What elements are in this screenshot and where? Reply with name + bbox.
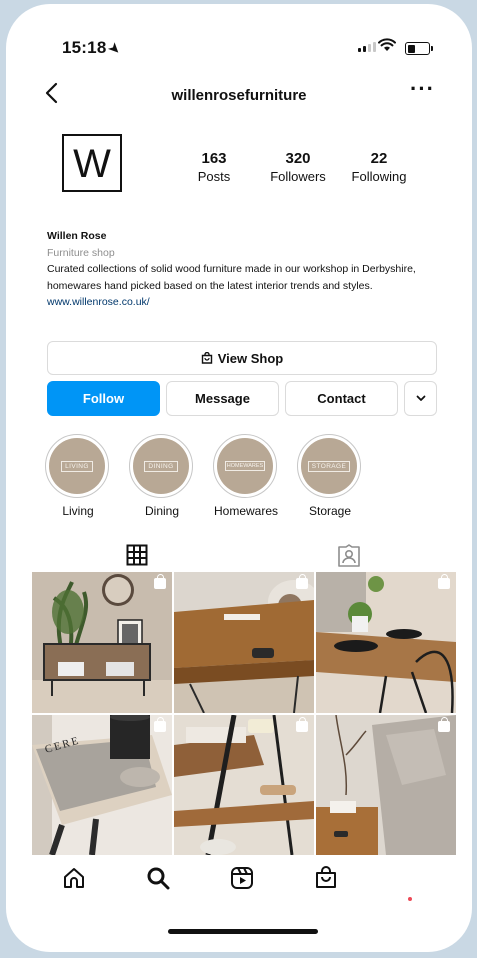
highlight-cover-text: HOMEWARES	[224, 461, 266, 471]
post-tile[interactable]	[174, 715, 314, 855]
shopping-bag-icon	[296, 574, 308, 589]
status-time: 15:18➤	[62, 38, 125, 58]
post-image	[32, 572, 172, 713]
contact-button[interactable]: Contact	[285, 381, 398, 416]
tagged-icon[interactable]	[337, 544, 361, 573]
posts-grid: CERE	[32, 572, 456, 855]
post-tile[interactable]	[316, 715, 456, 855]
bio-link[interactable]: www.willenrose.co.uk/	[47, 294, 427, 311]
post-tile[interactable]	[316, 572, 456, 713]
profile-category: Furniture shop	[47, 246, 115, 259]
shopping-bag-icon	[154, 574, 166, 589]
chevron-down-icon	[416, 395, 425, 401]
wifi-icon	[378, 38, 396, 51]
post-tile[interactable]	[32, 572, 172, 713]
highlight-label: Homewares	[213, 504, 279, 518]
highlight-label: Dining	[144, 504, 180, 518]
highlight-label: Storage	[308, 504, 352, 518]
profile-name: Willen Rose	[47, 230, 107, 242]
shopping-bag-icon	[296, 717, 308, 732]
shopping-bag-icon	[438, 717, 450, 732]
home-icon[interactable]	[62, 866, 86, 895]
battery-icon	[405, 42, 433, 55]
stat-following[interactable]: 22 Following	[346, 150, 412, 184]
highlight-living[interactable]: LIVING Living	[45, 434, 111, 518]
highlight-cover-text: STORAGE	[307, 460, 351, 472]
highlight-storage[interactable]: STORAGE Storage	[297, 434, 363, 518]
profile-username: willenrosefurniture	[171, 87, 307, 104]
reels-icon[interactable]	[230, 866, 254, 895]
location-arrow-icon: ➤	[106, 39, 125, 58]
grid-icon[interactable]	[126, 544, 148, 571]
profile-avatar[interactable]: W	[62, 134, 122, 192]
post-image	[316, 715, 456, 855]
home-indicator[interactable]	[168, 929, 318, 934]
highlight-homewares[interactable]: HOMEWARES Homewares	[213, 434, 279, 518]
view-shop-button[interactable]: View Shop	[47, 341, 437, 375]
post-image	[316, 572, 456, 713]
profile-header: willenrosefurniture ···	[6, 76, 472, 112]
post-image: CERE	[32, 715, 172, 855]
shop-icon[interactable]	[314, 866, 338, 895]
bio-text: Curated collections of solid wood furnit…	[47, 263, 416, 292]
more-horizontal-icon[interactable]: ···	[410, 76, 435, 102]
highlight-cover-text: LIVING	[61, 460, 93, 472]
suggested-dropdown-button[interactable]	[404, 381, 437, 416]
shopping-bag-icon	[201, 352, 212, 364]
shopping-bag-icon	[438, 574, 450, 589]
post-image	[174, 572, 314, 713]
post-image	[174, 715, 314, 855]
highlight-cover-text: DINING	[144, 460, 178, 472]
stat-posts[interactable]: 163 Posts	[194, 150, 234, 184]
post-tile[interactable]: CERE	[32, 715, 172, 855]
bottom-navigation	[6, 866, 472, 906]
notification-dot	[408, 897, 412, 901]
phone-screen: 15:18➤ willenrosefurniture ··· W 163 Pos…	[6, 4, 472, 952]
highlight-label: Living	[62, 504, 94, 518]
status-bar: 15:18➤	[6, 34, 472, 64]
message-button[interactable]: Message	[166, 381, 279, 416]
follow-button[interactable]: Follow	[47, 381, 160, 416]
post-tile[interactable]	[174, 572, 314, 713]
stat-followers[interactable]: 320 Followers	[263, 150, 333, 184]
search-icon[interactable]	[146, 866, 170, 895]
signal-icon	[358, 42, 376, 52]
profile-tabs	[6, 544, 472, 574]
shopping-bag-icon	[154, 717, 166, 732]
highlight-dining[interactable]: DINING Dining	[129, 434, 195, 518]
profile-bio: Willen Rose Furniture shop Curated colle…	[47, 228, 427, 311]
